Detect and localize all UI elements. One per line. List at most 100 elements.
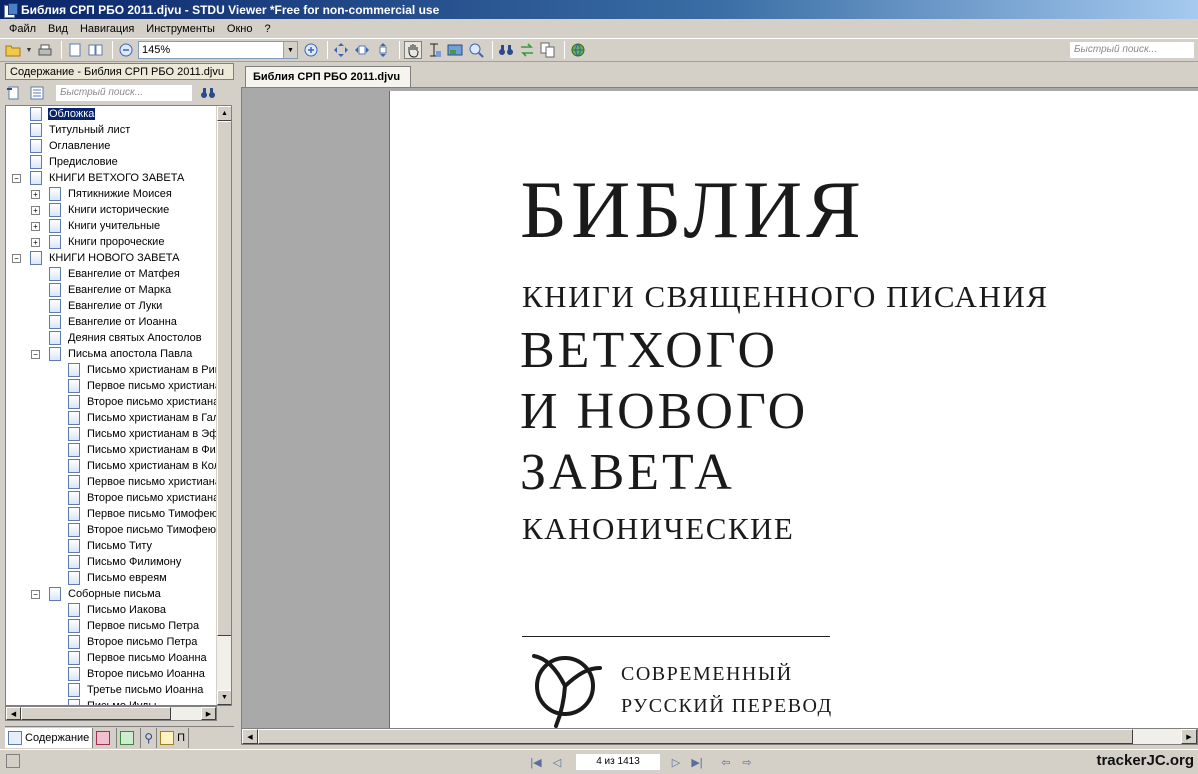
tree-item[interactable]: Предисловие (6, 154, 218, 170)
fit-height-icon[interactable] (374, 41, 392, 59)
tree-item[interactable]: Евангелие от Марка (6, 282, 218, 298)
collapse-icon[interactable]: − (31, 349, 40, 359)
tab-bookmarks[interactable] (93, 727, 118, 748)
search-binoculars-icon[interactable] (199, 84, 217, 102)
expand-icon[interactable]: + (31, 189, 40, 199)
tree-item[interactable]: Второе письмо Тимофею (6, 522, 218, 538)
menu-help[interactable]: ? (259, 23, 275, 35)
tree-item[interactable]: Первое письмо Петра (6, 618, 218, 634)
zoom-combobox[interactable]: 145% ▼ (138, 41, 298, 59)
tab-notes[interactable]: П (157, 727, 189, 748)
tree-vertical-scrollbar[interactable]: ▲ ▼ (216, 106, 231, 705)
last-page-icon[interactable]: ▶| (688, 753, 706, 771)
tree-item[interactable]: Обложка (6, 106, 218, 122)
fit-width-icon[interactable] (353, 41, 371, 59)
tree-item[interactable]: Первое письмо Тимофею (6, 506, 218, 522)
find-binoculars-icon[interactable] (497, 41, 515, 59)
history-forward-icon[interactable]: ⇨ (738, 753, 756, 771)
collapse-icon[interactable]: − (31, 589, 40, 599)
tree-item[interactable]: Письмо Филимону (6, 554, 218, 570)
tree-item[interactable]: Евангелие от Луки (6, 298, 218, 314)
menu-file[interactable]: Файл (4, 23, 41, 35)
globe-update-icon[interactable] (569, 41, 587, 59)
chevron-down-icon[interactable]: ▼ (283, 42, 297, 58)
history-back-icon[interactable]: ⇦ (717, 753, 735, 771)
tab-contents[interactable]: Содержание (5, 727, 94, 748)
tree-item[interactable]: Первое письмо Иоанна (6, 650, 218, 666)
tree-item[interactable]: Первое письмо христианам (6, 474, 229, 490)
expand-icon[interactable]: + (31, 237, 40, 247)
tree-item[interactable]: Деяния святых Апостолов (6, 330, 218, 346)
tree-horizontal-scrollbar[interactable]: ◀ ▶ (5, 706, 217, 721)
tree-item[interactable]: + Книги учительные (6, 218, 218, 236)
scroll-thumb[interactable] (258, 729, 1133, 744)
tree-item[interactable]: Второе письмо христианам (6, 490, 227, 506)
zoom-in-icon[interactable] (302, 41, 320, 59)
tree-item[interactable]: Первое письмо христианам (6, 378, 229, 394)
copy-icon[interactable] (539, 41, 557, 59)
tree-item[interactable]: Второе письмо христианам (6, 394, 227, 410)
tree-item[interactable]: Титульный лист (6, 122, 218, 138)
tree-item[interactable]: Письмо христианам в Риме (6, 362, 228, 378)
tree-item[interactable]: Письмо христианам в Эфесе (6, 426, 231, 442)
tab-thumbnails[interactable] (117, 727, 142, 748)
contents-tree[interactable]: Обложка Титульный лист Оглавление Предислов… (5, 105, 232, 706)
two-pages-icon[interactable] (87, 41, 105, 59)
expand-icon[interactable]: + (31, 221, 40, 231)
document-view[interactable]: БИБЛИЯ КНИГИ СВЯЩЕННОГО ПИСАНИЯ ВЕТХОГО … (241, 87, 1198, 728)
single-page-icon[interactable] (66, 41, 84, 59)
document-horizontal-scrollbar[interactable]: ◀ ▶ (241, 728, 1198, 745)
hand-tool-icon[interactable] (404, 41, 422, 59)
outline-options-icon[interactable] (28, 84, 46, 102)
fit-page-icon[interactable] (332, 41, 350, 59)
collapse-icon[interactable]: − (12, 253, 21, 263)
scroll-right-arrow-icon[interactable]: ▶ (201, 707, 216, 720)
tree-item[interactable]: Третье письмо Иоанна (6, 682, 218, 698)
tree-item[interactable]: Письмо христианам в Галатии (6, 410, 231, 426)
menu-window[interactable]: Окно (222, 23, 258, 35)
tree-item[interactable]: − КНИГИ ВЕТХОГО ЗАВЕТА (6, 170, 218, 188)
tree-item[interactable]: − КНИГИ НОВОГО ЗАВЕТА (6, 250, 218, 268)
area-zoom-icon[interactable] (467, 41, 485, 59)
tree-item[interactable]: − Письма апостола Павла (6, 346, 218, 364)
tree-item[interactable]: Письмо евреям (6, 570, 218, 586)
tree-item[interactable]: Оглавление (6, 138, 218, 154)
previous-page-icon[interactable]: ◁ (548, 753, 566, 771)
tab-search[interactable]: ⚲ (141, 727, 158, 748)
scroll-left-arrow-icon[interactable]: ◀ (6, 707, 21, 720)
tree-item[interactable]: Письмо Иакова (6, 602, 218, 618)
tree-item[interactable]: Евангелие от Иоанна (6, 314, 218, 330)
tree-item[interactable]: Второе письмо Петра (6, 634, 218, 650)
tree-item[interactable]: Письмо Иуды (6, 698, 218, 705)
next-page-icon[interactable]: ▷ (667, 753, 685, 771)
document-tab[interactable]: Библия СРП РБО 2011.djvu (245, 66, 411, 87)
tree-item[interactable]: + Книги пророческие (6, 234, 218, 252)
scroll-right-arrow-icon[interactable]: ▶ (1181, 729, 1197, 744)
scroll-thumb[interactable] (21, 707, 171, 720)
tree-item[interactable]: − Соборные письма (6, 586, 218, 604)
bookmark-add-icon[interactable] (5, 84, 23, 102)
quick-search-input[interactable]: Быстрый поиск... (1069, 41, 1195, 59)
swap-arrows-icon[interactable] (518, 41, 536, 59)
collapse-icon[interactable]: − (12, 173, 21, 183)
open-folder-icon[interactable] (4, 41, 22, 59)
tree-item[interactable]: Письмо Титу (6, 538, 218, 554)
scroll-up-arrow-icon[interactable]: ▲ (217, 106, 231, 121)
print-icon[interactable] (36, 41, 54, 59)
snapshot-icon[interactable] (446, 41, 464, 59)
expand-icon[interactable]: + (31, 205, 40, 215)
tree-item[interactable]: Письмо христианам в Колоссах (6, 458, 231, 474)
tree-item[interactable]: Письмо христианам в Филиппах (6, 442, 231, 458)
menu-view[interactable]: Вид (43, 23, 73, 35)
page-number-input[interactable]: 4 из 1413 (575, 753, 661, 771)
open-dropdown-icon[interactable]: ▼ (25, 41, 33, 59)
tree-item[interactable]: Евангелие от Матфея (6, 266, 218, 282)
tree-item[interactable]: + Пятикнижие Моисея (6, 186, 218, 204)
scroll-thumb[interactable] (217, 121, 231, 636)
tree-item[interactable]: + Книги исторические (6, 202, 218, 220)
menu-navigation[interactable]: Навигация (75, 23, 139, 35)
first-page-icon[interactable]: |◀ (527, 753, 545, 771)
panel-toggle-icon[interactable] (6, 754, 20, 768)
scroll-down-arrow-icon[interactable]: ▼ (217, 690, 231, 705)
tree-item[interactable]: Второе письмо Иоанна (6, 666, 218, 682)
